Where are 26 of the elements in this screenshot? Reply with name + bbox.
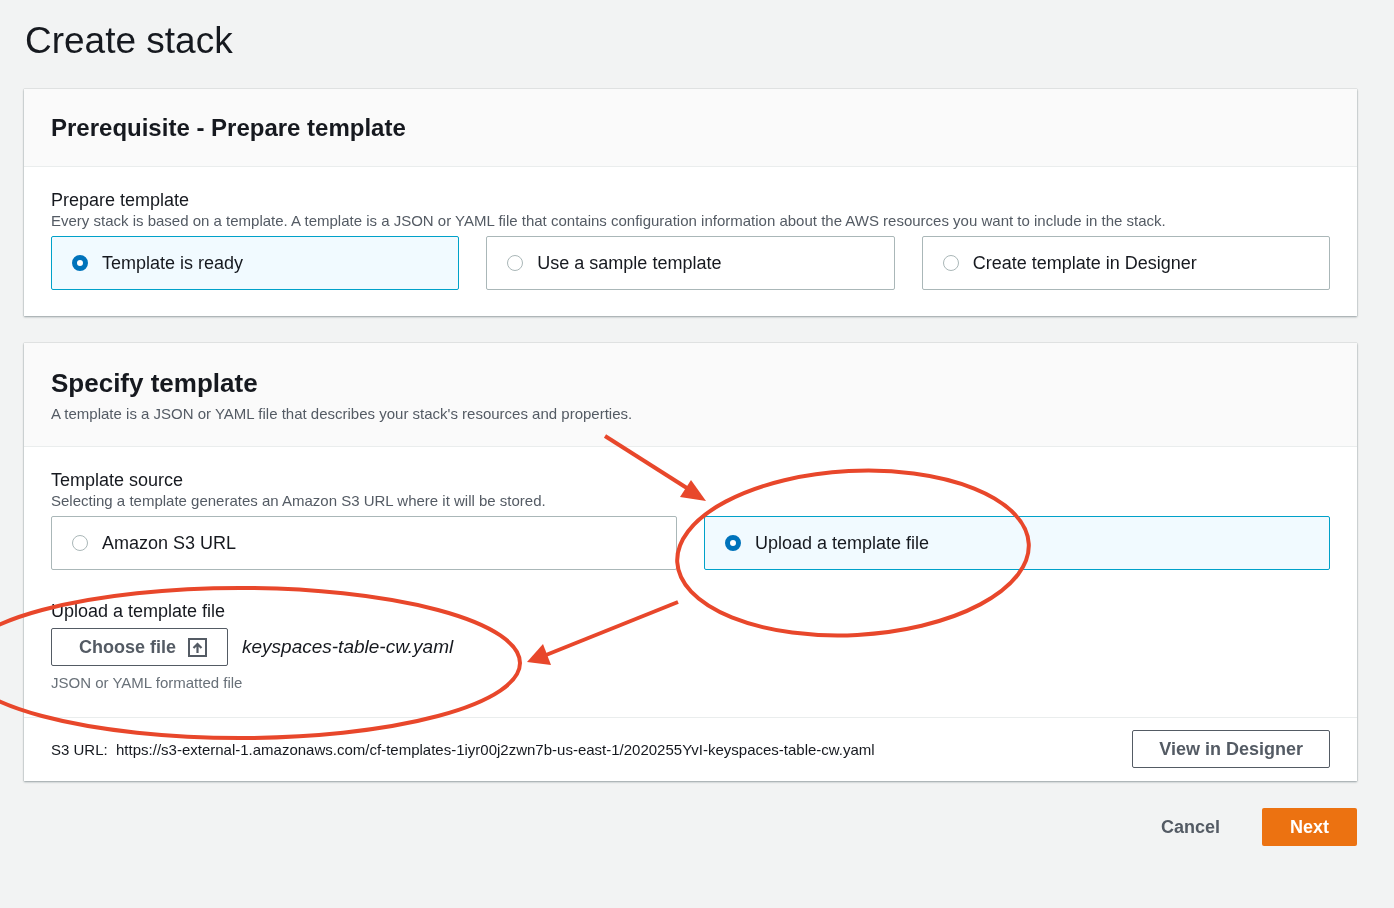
- radio-option[interactable]: Upload a template file: [704, 516, 1330, 570]
- panel-title: Specify template: [51, 367, 259, 399]
- field-hint: JSON or YAML formatted file: [51, 674, 244, 691]
- s3-url-text: S3 URL: https://s3-external-1.amazonaws.com/cf-templates-1iyr00j2zwn7b-us-east-1/2020255YvI-keyspaces-table-cw.yaml: [51, 740, 875, 758]
- radio-option[interactable]: Template is ready: [51, 236, 460, 290]
- page-title: Create stack: [25, 19, 234, 63]
- view-in-designer-button[interactable]: View in Designer: [1132, 730, 1330, 768]
- choose-file-button[interactable]: Choose file: [51, 628, 228, 666]
- radio-option[interactable]: Create template in Designer: [921, 236, 1330, 290]
- field-label: Prepare template: [51, 189, 191, 211]
- panel-title: Prerequisite - Prepare template: [51, 113, 407, 142]
- field-description: Selecting a template generates an Amazon S3 URL where it will be stored.: [51, 491, 547, 511]
- radio-button[interactable]: [72, 535, 88, 551]
- field-label: Template source: [51, 469, 185, 491]
- radio-button[interactable]: [507, 255, 524, 271]
- upload-icon: [188, 637, 207, 657]
- field-label: Upload a template file: [51, 600, 227, 622]
- radio-button[interactable]: [942, 255, 959, 271]
- radio-option[interactable]: Use a sample template: [486, 236, 895, 290]
- panel-description: A template is a JSON or YAML file that describes your stack's resources and properties.: [51, 405, 634, 422]
- radio-button[interactable]: [725, 535, 741, 551]
- field-description: Every stack is based on a template. A template is a JSON or YAML file that contains configuration information about the AWS resources you want to include in the stack.: [51, 211, 1167, 231]
- radio-button[interactable]: [72, 255, 88, 271]
- cancel-button[interactable]: Cancel: [1158, 812, 1222, 842]
- radio-option[interactable]: Amazon S3 URL: [51, 516, 677, 570]
- file-name: keyspaces-table-cw.yaml: [242, 636, 454, 658]
